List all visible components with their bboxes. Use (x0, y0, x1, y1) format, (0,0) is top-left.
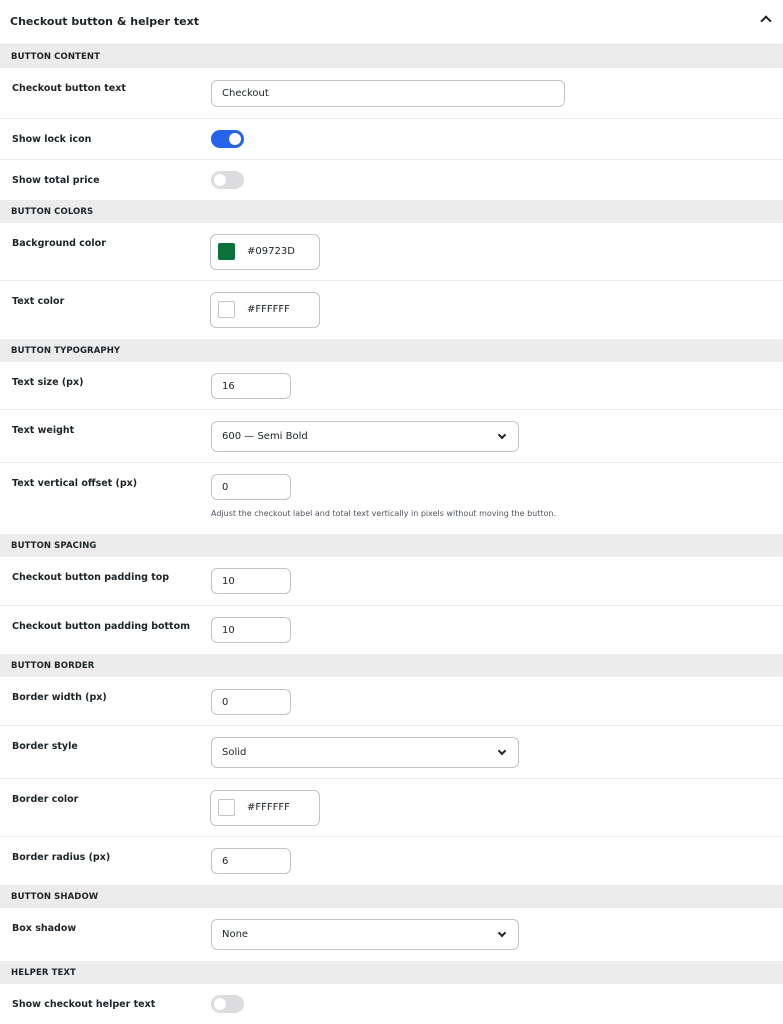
color-swatch (218, 799, 235, 816)
setting-label: Border style (12, 741, 78, 752)
setting-row-border-width: Border width (px) 0 (0, 677, 783, 726)
section-heading: BUTTON SHADOW (11, 892, 99, 902)
input-value: 6 (222, 855, 229, 867)
section-heading: BUTTON CONTENT (11, 52, 100, 62)
setting-label: Border width (px) (12, 692, 107, 703)
color-hex-value: #FFFFFF (247, 802, 290, 813)
chevron-down-icon (497, 928, 507, 937)
setting-label: Text color (12, 296, 65, 307)
input-value: 10 (222, 575, 235, 587)
section-heading: BUTTON COLORS (11, 207, 94, 217)
setting-row-padding-top: Checkout button padding top 10 (0, 557, 783, 606)
section-button-shadow: BUTTON SHADOW (0, 885, 783, 908)
setting-label: Box shadow (12, 923, 77, 934)
setting-row-border-style: Border style Solid (0, 726, 783, 779)
setting-label: Checkout button padding top (12, 572, 170, 583)
panel-header[interactable]: Checkout button & helper text (0, 0, 783, 45)
text-size-input[interactable]: 16 (211, 373, 291, 399)
section-button-spacing: BUTTON SPACING (0, 534, 783, 557)
border-width-input[interactable]: 0 (211, 689, 291, 715)
border-style-select[interactable]: Solid (211, 737, 519, 768)
setting-label: Background color (12, 238, 106, 249)
setting-row-border-color: Border color #FFFFFF (0, 779, 783, 837)
color-swatch (218, 243, 235, 260)
setting-label: Border radius (px) (12, 852, 111, 863)
setting-row-border-radius: Border radius (px) 6 (0, 837, 783, 885)
setting-row-box-shadow: Box shadow None (0, 908, 783, 961)
setting-label: Text size (px) (12, 377, 84, 388)
box-shadow-select[interactable]: None (211, 919, 519, 950)
panel-title: Checkout button & helper text (10, 15, 199, 28)
input-value: 16 (222, 380, 235, 392)
show-helper-toggle[interactable] (211, 995, 244, 1013)
setting-row-text-size: Text size (px) 16 (0, 362, 783, 410)
setting-label: Show lock icon (12, 134, 92, 145)
setting-row-background-color: Background color #09723D (0, 223, 783, 281)
color-swatch (218, 301, 235, 318)
setting-row-text-weight: Text weight 600 — Semi Bold (0, 410, 783, 463)
padding-top-input[interactable]: 10 (211, 568, 291, 594)
help-text: Adjust the checkout label and total text… (211, 509, 557, 518)
color-hex-value: #FFFFFF (247, 304, 290, 315)
section-button-colors: BUTTON COLORS (0, 200, 783, 223)
input-value: Checkout (222, 88, 269, 99)
text-offset-input[interactable]: 0 (211, 474, 291, 500)
chevron-down-icon (497, 430, 507, 439)
input-value: 0 (222, 696, 229, 708)
setting-row-text-offset: Text vertical offset (px) 0 Adjust the c… (0, 463, 783, 534)
text-color-picker[interactable]: #FFFFFF (210, 292, 320, 328)
setting-label: Show total price (12, 175, 100, 186)
section-helper-text: HELPER TEXT (0, 961, 783, 984)
checkout-text-input[interactable]: Checkout (211, 80, 565, 107)
select-value: None (222, 929, 249, 940)
setting-row-show-helper: Show checkout helper text (0, 984, 783, 1024)
select-value: 600 — Semi Bold (222, 431, 308, 442)
section-heading: HELPER TEXT (11, 968, 76, 978)
section-button-typography: BUTTON TYPOGRAPHY (0, 339, 783, 362)
input-value: 10 (222, 624, 235, 636)
toggle-knob (229, 133, 241, 145)
section-heading: BUTTON BORDER (11, 661, 95, 671)
select-value: Solid (222, 747, 247, 758)
chevron-down-icon (497, 746, 507, 755)
total-price-toggle[interactable] (211, 171, 244, 189)
setting-row-checkout-text: Checkout button text Checkout (0, 68, 783, 119)
chevron-up-icon[interactable] (760, 15, 772, 27)
setting-label: Border color (12, 794, 79, 805)
color-hex-value: #09723D (247, 246, 295, 257)
background-color-picker[interactable]: #09723D (210, 234, 320, 270)
section-button-border: BUTTON BORDER (0, 654, 783, 677)
input-value: 0 (222, 481, 229, 493)
lock-icon-toggle[interactable] (211, 130, 244, 148)
setting-row-text-color: Text color #FFFFFF (0, 281, 783, 339)
setting-row-lock-icon: Show lock icon (0, 119, 783, 160)
setting-label: Text vertical offset (px) (12, 478, 138, 489)
padding-bottom-input[interactable]: 10 (211, 617, 291, 643)
border-radius-input[interactable]: 6 (211, 848, 291, 874)
toggle-knob (214, 998, 226, 1010)
setting-label: Text weight (12, 425, 75, 436)
toggle-knob (214, 174, 226, 186)
setting-row-padding-bottom: Checkout button padding bottom 10 (0, 606, 783, 654)
section-heading: BUTTON TYPOGRAPHY (11, 346, 121, 356)
setting-label: Checkout button padding bottom (12, 621, 191, 632)
setting-label: Checkout button text (12, 83, 126, 94)
text-weight-select[interactable]: 600 — Semi Bold (211, 421, 519, 452)
section-button-content: BUTTON CONTENT (0, 45, 783, 68)
setting-row-total-price: Show total price (0, 160, 783, 200)
section-heading: BUTTON SPACING (11, 541, 97, 551)
setting-label: Show checkout helper text (12, 999, 156, 1010)
border-color-picker[interactable]: #FFFFFF (210, 790, 320, 826)
